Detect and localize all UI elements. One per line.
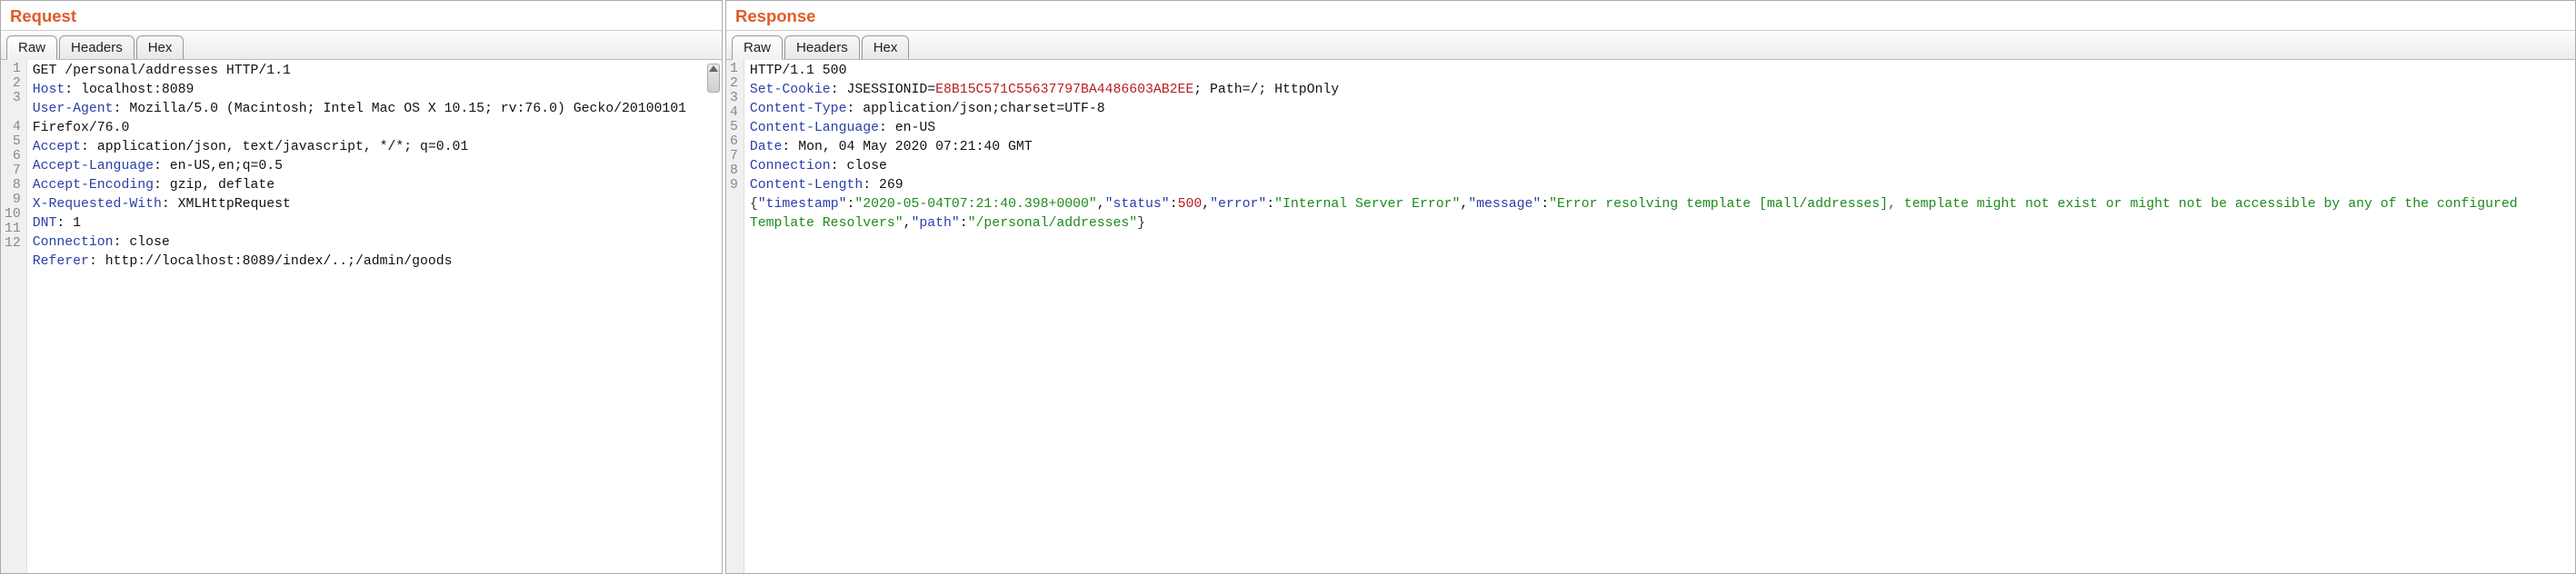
http-header-value: http://localhost:8089/index/..;/admin/go… <box>105 254 453 269</box>
http-header-name: Connection <box>750 159 831 173</box>
code-line: Date: Mon, 04 May 2020 07:21:40 GMT <box>750 138 2570 157</box>
code-line: Accept-Encoding: gzip, deflate <box>33 176 716 195</box>
code-line: Content-Length: 269 <box>750 176 2570 195</box>
tab-hex[interactable]: Hex <box>862 35 910 59</box>
session-id: E8B15C571C55637797BA4486603AB2EE <box>935 83 1193 97</box>
http-header-name: User-Agent <box>33 102 114 116</box>
http-header-name: Set-Cookie <box>750 83 831 97</box>
code-line: {"timestamp":"2020-05-04T07:21:40.398+00… <box>750 195 2570 233</box>
request-tabs: Raw Headers Hex <box>1 31 722 60</box>
http-header-value: localhost:8089 <box>81 83 194 97</box>
json-brace: { <box>750 197 758 212</box>
http-header-name: X-Requested-With <box>33 197 162 212</box>
code-line: User-Agent: Mozilla/5.0 (Macintosh; Inte… <box>33 100 716 138</box>
code-line: HTTP/1.1 500 <box>750 62 2570 81</box>
code-line: GET /personal/addresses HTTP/1.1 <box>33 62 716 81</box>
http-header-value: close <box>846 159 886 173</box>
code-line: Referer: http://localhost:8089/index/..;… <box>33 252 716 272</box>
http-header-value: close <box>129 235 169 250</box>
http-header-value: 1 <box>73 216 81 231</box>
request-code[interactable]: GET /personal/addresses HTTP/1.1Host: lo… <box>27 60 722 573</box>
code-line: DNT: 1 <box>33 214 716 233</box>
json-string: "/personal/addresses" <box>968 216 1137 231</box>
tab-headers[interactable]: Headers <box>59 35 135 59</box>
http-header-name: DNT <box>33 216 57 231</box>
response-panel: Response Raw Headers Hex 123456789 HTTP/… <box>725 0 2576 574</box>
request-editor[interactable]: 123 456789101112 GET /personal/addresses… <box>1 60 722 573</box>
http-header-value: Mon, 04 May 2020 07:21:40 GMT <box>798 140 1033 154</box>
http-header-name: Accept <box>33 140 81 154</box>
http-header-value: 269 <box>879 178 904 193</box>
http-header-value: application/json;charset=UTF-8 <box>863 102 1104 116</box>
http-header-value: en-US <box>895 121 935 135</box>
request-gutter: 123 456789101112 <box>1 60 27 573</box>
code-line: X-Requested-With: XMLHttpRequest <box>33 195 716 214</box>
request-panel: Request Raw Headers Hex 123 456789101112… <box>0 0 723 574</box>
code-line: Content-Language: en-US <box>750 119 2570 138</box>
response-title: Response <box>726 1 2575 31</box>
json-brace: } <box>1137 216 1145 231</box>
code-line: Connection: close <box>750 157 2570 176</box>
http-header-name: Content-Language <box>750 121 879 135</box>
http-header-value: XMLHttpRequest <box>178 197 291 212</box>
http-header-name: Date <box>750 140 783 154</box>
code-line: Content-Type: application/json;charset=U… <box>750 100 2570 119</box>
response-tabs: Raw Headers Hex <box>726 31 2575 60</box>
http-header-name: Accept-Encoding <box>33 178 154 193</box>
tab-raw[interactable]: Raw <box>732 35 783 60</box>
code-line: Accept: application/json, text/javascrip… <box>33 138 716 157</box>
http-header-name: Accept-Language <box>33 159 154 173</box>
response-gutter: 123456789 <box>726 60 744 573</box>
code-line: Host: localhost:8089 <box>33 81 716 100</box>
json-key: "timestamp" <box>758 197 847 212</box>
tab-raw[interactable]: Raw <box>6 35 57 60</box>
json-key: "path" <box>912 216 960 231</box>
json-key: "message" <box>1468 197 1541 212</box>
json-number: 500 <box>1178 197 1203 212</box>
tab-hex[interactable]: Hex <box>136 35 185 59</box>
http-header-value: application/json, text/javascript, */*; … <box>97 140 468 154</box>
http-header-value: Mozilla/5.0 (Macintosh; Intel Mac OS X 1… <box>33 102 694 135</box>
http-header-name: Content-Type <box>750 102 847 116</box>
http-header-name: Connection <box>33 235 114 250</box>
code-line: Accept-Language: en-US,en;q=0.5 <box>33 157 716 176</box>
json-string: "Internal Server Error" <box>1274 197 1460 212</box>
http-header-name: Referer <box>33 254 89 269</box>
json-key: "error" <box>1210 197 1266 212</box>
http-header-value: gzip, deflate <box>170 178 275 193</box>
json-key: "status" <box>1105 197 1170 212</box>
code-line: Set-Cookie: JSESSIONID=E8B15C571C5563779… <box>750 81 2570 100</box>
http-header-name: Content-Length <box>750 178 863 193</box>
response-code[interactable]: HTTP/1.1 500Set-Cookie: JSESSIONID=E8B15… <box>744 60 2575 573</box>
code-line: Connection: close <box>33 233 716 252</box>
http-header-value: en-US,en;q=0.5 <box>170 159 283 173</box>
response-editor[interactable]: 123456789 HTTP/1.1 500Set-Cookie: JSESSI… <box>726 60 2575 573</box>
json-string: "2020-05-04T07:21:40.398+0000" <box>854 197 1096 212</box>
scroll-up-icon[interactable] <box>709 65 718 72</box>
tab-headers[interactable]: Headers <box>784 35 860 59</box>
http-header-name: Host <box>33 83 65 97</box>
request-title: Request <box>1 1 722 31</box>
